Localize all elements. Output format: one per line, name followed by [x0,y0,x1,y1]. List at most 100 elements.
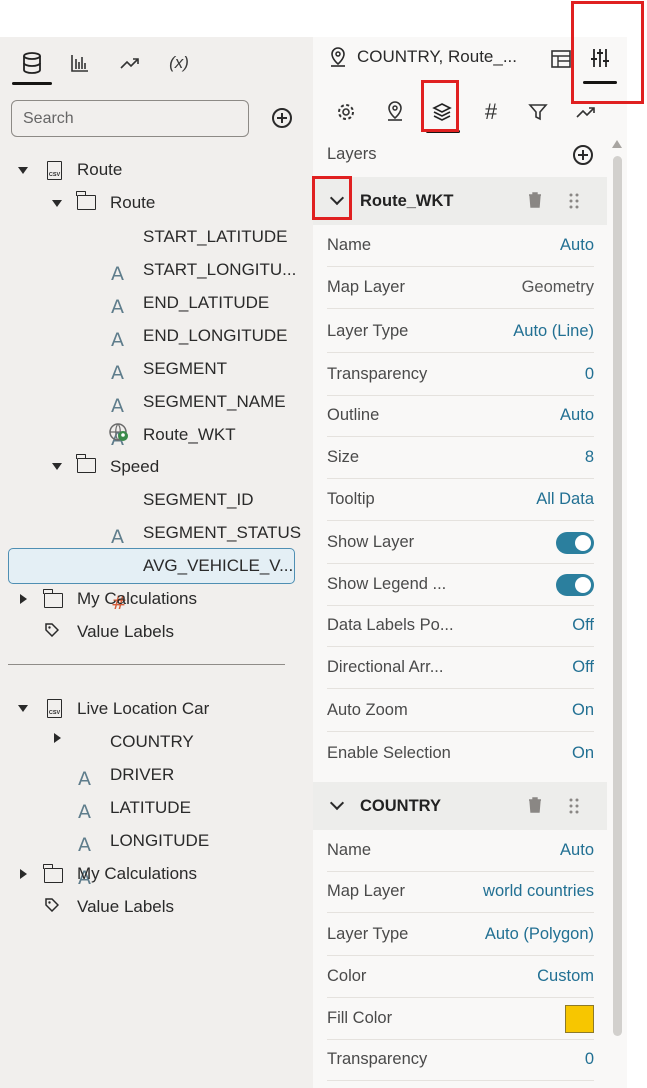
value-labels-2[interactable]: Value Labels [77,892,174,922]
field-segment-status[interactable]: SEGMENT_STATUS [143,518,301,548]
prop-value[interactable]: Geometry [522,278,594,297]
map-pin-icon [331,47,345,67]
general-tab[interactable] [332,98,360,126]
prop-label: Directional Arr... [327,658,444,676]
caret-down-icon[interactable] [52,200,62,207]
field-longitude[interactable]: LONGITUDE [110,826,209,856]
calculation-tab[interactable]: (x) [159,47,199,79]
prop-transparency[interactable]: Transparency 0 [327,354,594,396]
prop-value[interactable]: Off [572,658,594,677]
calculation-icon: (x) [169,53,189,72]
my-calculations-2[interactable]: My Calculations [77,859,197,889]
prop-directional-arrows[interactable]: Directional Arr... Off [327,647,594,689]
field-end-longitude[interactable]: END_LONGITUDE [143,321,288,351]
field-end-latitude[interactable]: END_LATITUDE [143,288,269,318]
prop-value[interactable]: Auto (Polygon) [485,925,594,944]
dataset-live-location[interactable]: Live Location Car [77,694,209,724]
prop-map-layer[interactable]: Map Layer Geometry [327,267,594,309]
caret-right-icon[interactable] [54,733,61,743]
prop-name[interactable]: Name Auto [327,830,594,872]
map-tab[interactable] [381,98,409,126]
visualizations-tab[interactable] [60,47,100,79]
prop-label: Tooltip [327,490,375,508]
trash-icon[interactable] [528,797,542,813]
caret-down-icon[interactable] [18,167,28,174]
gear-icon [338,104,354,120]
prop-value[interactable]: All Data [536,490,594,509]
field-country[interactable]: COUNTRY [110,727,194,757]
prop-fill-color[interactable]: Fill Color [327,998,594,1040]
prop-value[interactable]: 0 [585,365,594,384]
prop-color[interactable]: Color Custom [327,956,594,998]
caret-right-icon[interactable] [20,594,27,604]
highlight-box [571,1,644,104]
caret-down-icon[interactable] [52,463,62,470]
layer-header-country[interactable]: COUNTRY [313,782,607,830]
prop-name[interactable]: Name Auto [327,225,594,267]
chevron-down-icon[interactable] [329,795,345,811]
my-calculations-1[interactable]: My Calculations [77,584,197,614]
prop-size[interactable]: Size 8 [327,437,594,479]
field-route-wkt[interactable]: Route_WKT [143,420,236,450]
prop-value[interactable]: Auto (Line) [513,322,594,341]
viz-title: COUNTRY, Route_... [357,47,517,66]
field-avg-vehicle[interactable]: AVG_VEHICLE_V... [143,551,293,581]
fill-color-swatch[interactable] [565,1004,594,1033]
left-tab-bar: (x) [0,37,313,87]
trash-icon[interactable] [528,192,542,208]
add-data-icon[interactable] [272,108,292,128]
caret-down-icon[interactable] [18,705,28,712]
add-layer-icon[interactable] [573,145,593,165]
field-start-latitude[interactable]: START_LATITUDE [143,222,288,252]
prop-value[interactable]: Auto [560,406,594,425]
csv-icon: CSV [47,161,62,180]
scroll-up-arrow-icon[interactable] [612,140,622,148]
data-tab[interactable] [12,47,52,85]
prop-transparency[interactable]: Transparency 0 [327,1039,594,1081]
prop-value[interactable]: 8 [585,448,594,467]
prop-value[interactable]: Auto [560,236,594,255]
dataset-route[interactable]: Route [77,155,122,185]
prop-value[interactable]: Off [572,616,594,635]
field-driver[interactable]: DRIVER [110,760,174,790]
prop-value[interactable]: On [572,701,594,720]
prop-outline[interactable]: Outline Auto [327,395,594,437]
prop-show-layer[interactable]: Show Layer [327,522,594,564]
caret-right-icon[interactable] [20,869,27,879]
field-segment-id[interactable]: SEGMENT_ID [143,485,254,515]
prop-layer-type[interactable]: Layer Type Auto (Polygon) [327,914,594,956]
field-latitude[interactable]: LATITUDE [110,793,191,823]
field-segment[interactable]: SEGMENT [143,354,227,384]
prop-value[interactable]: On [572,744,594,763]
prop-value[interactable]: 0 [585,1050,594,1069]
value-labels-1[interactable]: Value Labels [77,617,174,647]
grammar-panel-icon[interactable] [551,50,571,68]
drag-handle-icon[interactable] [569,193,579,209]
scrollbar[interactable] [611,140,623,1040]
folder-speed[interactable]: Speed [110,452,159,482]
prop-data-labels[interactable]: Data Labels Po... Off [327,605,594,647]
hash-icon: # [484,99,498,124]
prop-tooltip[interactable]: Tooltip All Data [327,479,594,521]
drag-handle-icon[interactable] [569,798,579,814]
prop-show-legend[interactable]: Show Legend ... [327,564,594,606]
show-layer-toggle[interactable] [556,531,594,554]
layer-header-route-wkt[interactable]: Route_WKT [313,177,607,225]
filter-tab[interactable] [524,98,552,126]
prop-map-layer[interactable]: Map Layer world countries [327,871,594,913]
prop-auto-zoom[interactable]: Auto Zoom On [327,690,594,732]
number-format-tab[interactable]: # [477,98,505,126]
folder-route[interactable]: Route [110,188,155,218]
prop-value[interactable]: world countries [483,882,594,901]
field-start-longitude[interactable]: START_LONGITU... [143,255,296,285]
prop-value[interactable]: Custom [537,967,594,986]
field-segment-name[interactable]: SEGMENT_NAME [143,387,286,417]
prop-layer-type[interactable]: Layer Type Auto (Line) [327,311,594,353]
prop-label: Enable Selection [327,743,451,762]
scrollbar-thumb[interactable] [613,156,622,1036]
search-input[interactable] [11,100,249,137]
analytics-tab[interactable] [110,47,150,79]
show-legend-toggle[interactable] [556,573,594,596]
prop-enable-selection[interactable]: Enable Selection On [327,732,594,774]
prop-value[interactable]: Auto [560,841,594,860]
